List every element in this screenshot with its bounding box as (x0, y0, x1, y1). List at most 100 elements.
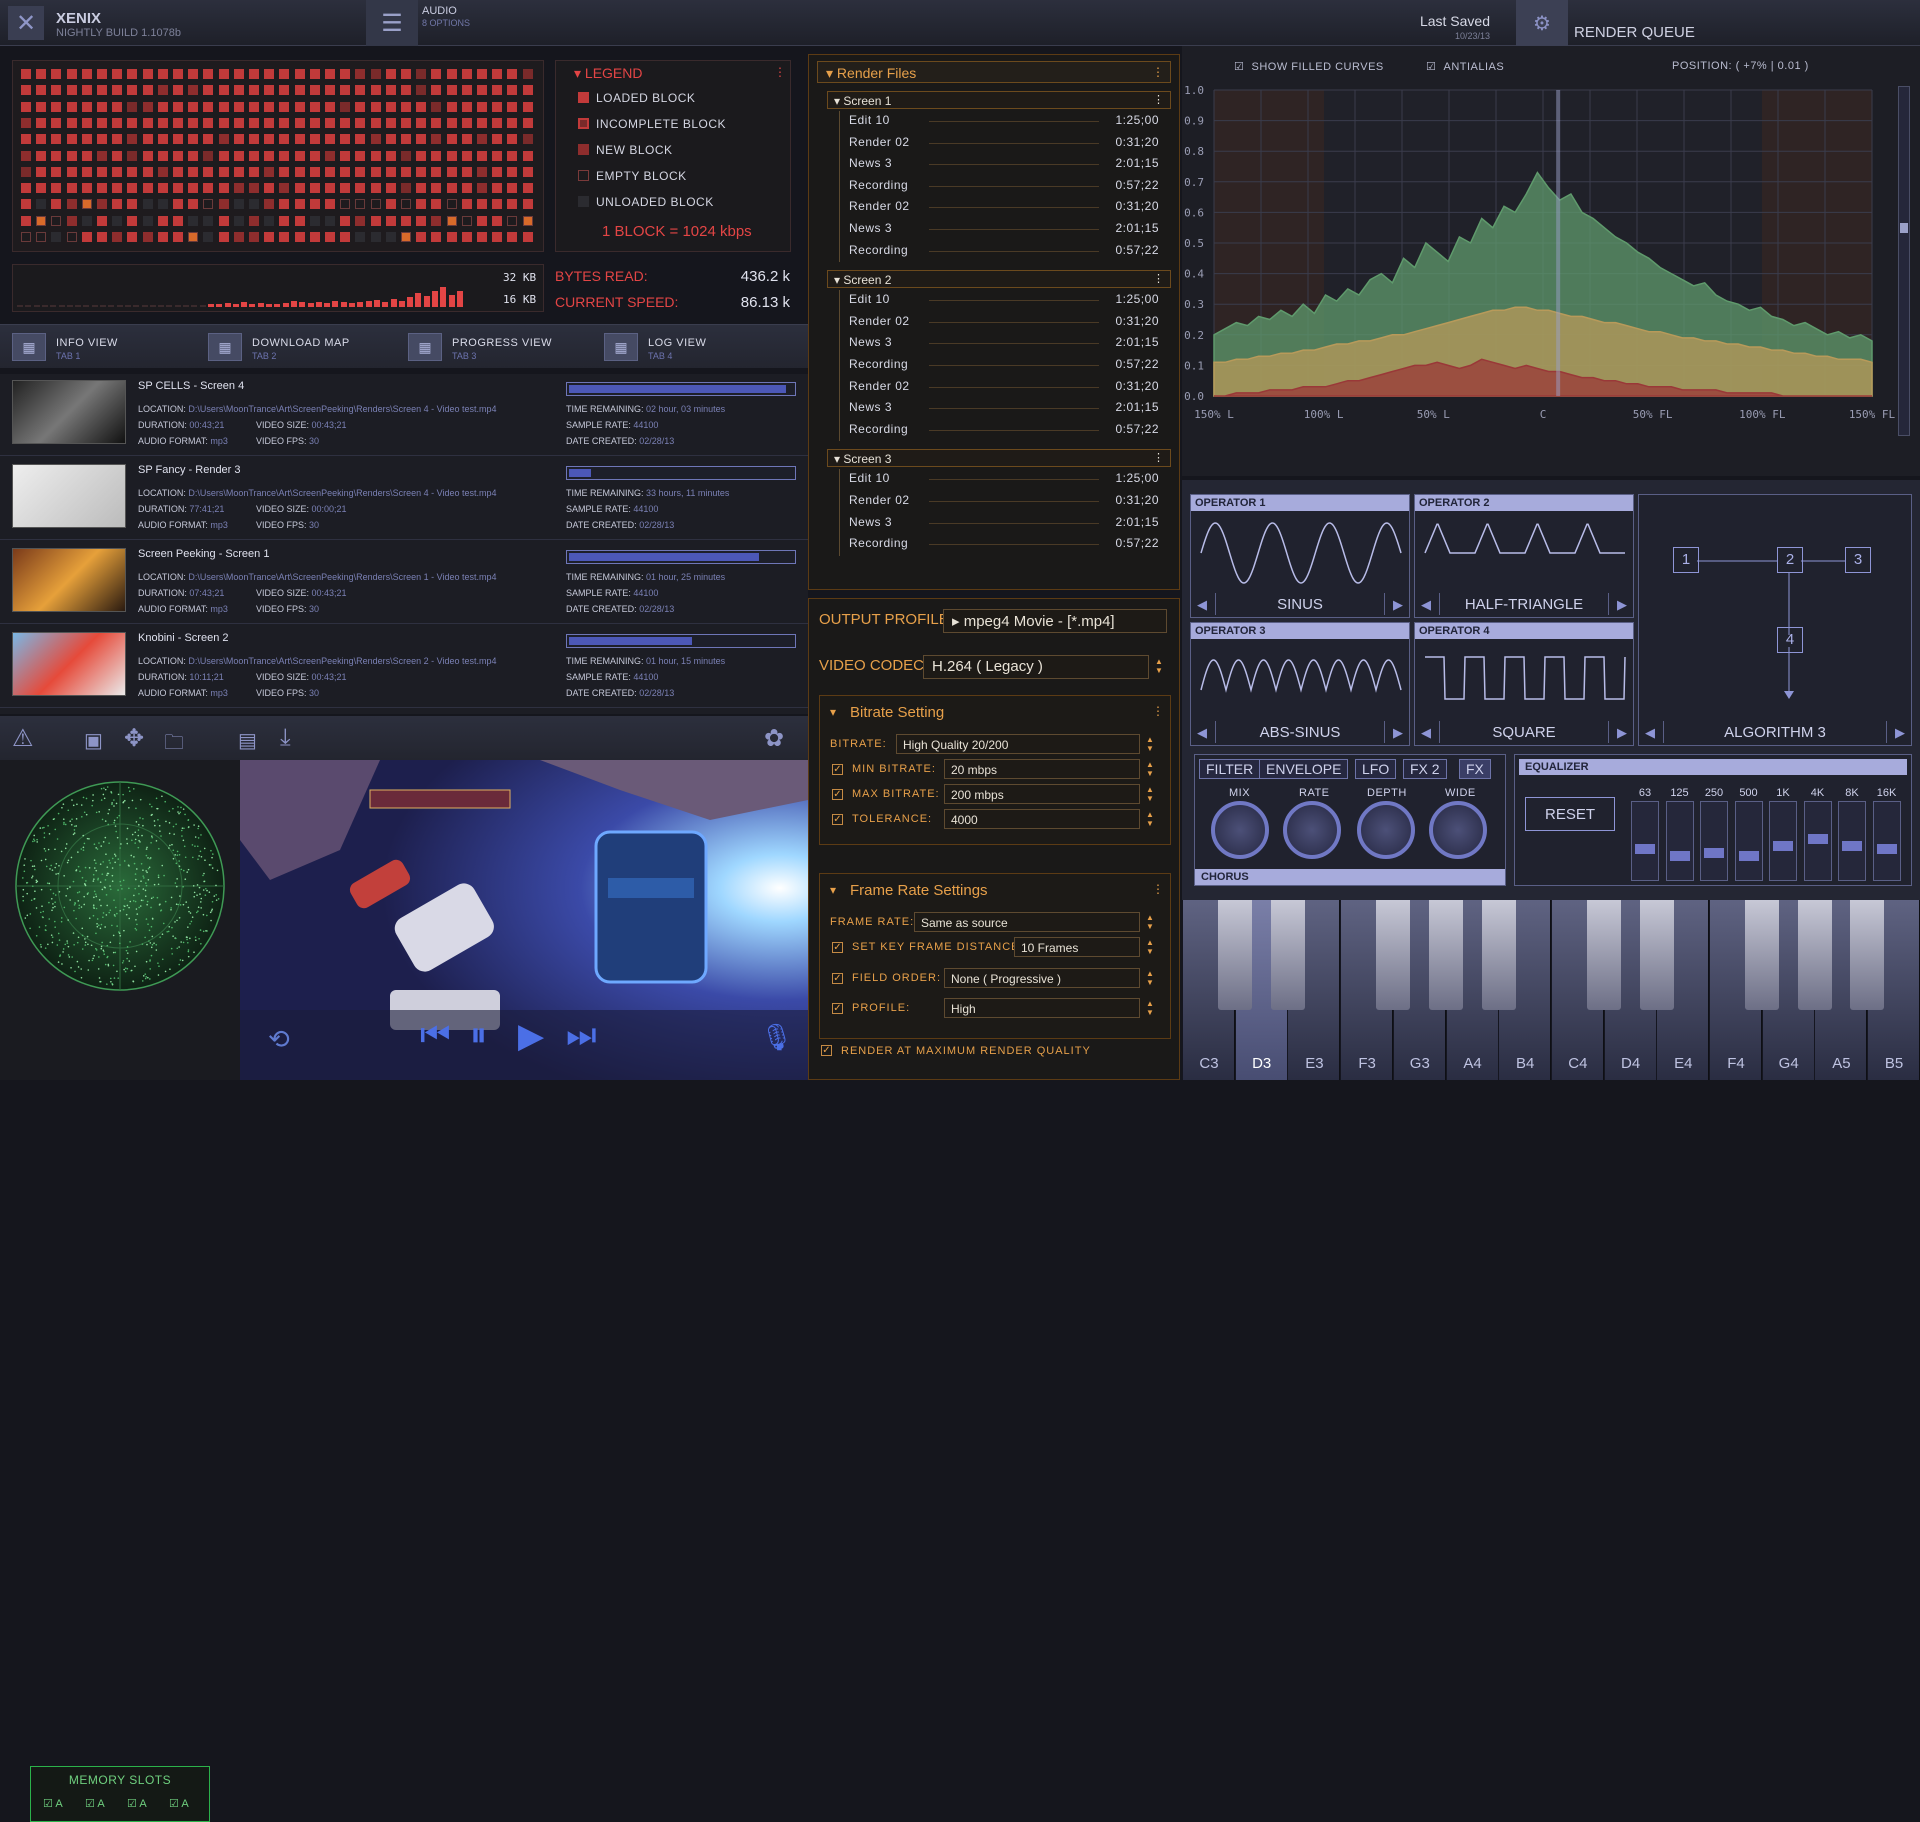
black-key[interactable] (1850, 900, 1885, 1010)
render-file-row[interactable]: Recording 0:57;22 (849, 357, 1159, 371)
render-job-row[interactable]: SP Fancy - Render 3 LOCATION: D:\Users\M… (0, 458, 808, 540)
bitrate-menu-icon[interactable]: ⋮ (1152, 704, 1164, 718)
black-key[interactable] (1586, 900, 1621, 1010)
frame-rate-spinner[interactable]: ▲ ▼ (1146, 913, 1154, 931)
black-key[interactable] (1428, 900, 1463, 1010)
next-algorithm-icon[interactable]: ▶ (1895, 725, 1905, 741)
render-file-row[interactable]: Edit 10 1:25;00 (849, 292, 1159, 306)
render-file-row[interactable]: Recording 0:57;22 (849, 422, 1159, 436)
render-file-row[interactable]: Recording 0:57;22 (849, 178, 1159, 192)
tab-envelope[interactable]: ENVELOPE (1259, 759, 1349, 779)
tolerance-checkbox[interactable]: ✓ (832, 814, 843, 825)
frame-collapse-icon[interactable]: ▾ (830, 883, 836, 897)
render-files-menu-icon[interactable]: ⋮ (1152, 65, 1164, 79)
eq-slider[interactable] (1631, 801, 1659, 881)
black-key[interactable] (1639, 900, 1674, 1010)
max-bitrate-spinner[interactable]: ▲ ▼ (1146, 785, 1154, 803)
eq-slider-thumb[interactable] (1635, 844, 1655, 854)
eq-slider-thumb[interactable] (1876, 844, 1897, 854)
black-key[interactable] (1745, 900, 1779, 1010)
render-file-row[interactable]: Render 02 0:31;20 (849, 314, 1159, 328)
legend-menu-icon[interactable]: ⋮ (774, 65, 786, 79)
eq-slider-thumb[interactable] (1807, 833, 1828, 844)
wide-knob[interactable] (1429, 801, 1487, 859)
render-queue-icon[interactable]: ⚙ (1516, 0, 1568, 46)
app-logo-icon[interactable]: ✕ (8, 6, 44, 40)
render-job-row[interactable]: Knobini - Screen 2 LOCATION: D:\Users\Mo… (0, 626, 808, 708)
frame-rate-field[interactable]: Same as source (914, 912, 1140, 932)
chart-scrollbar[interactable] (1898, 86, 1910, 436)
frame-menu-icon[interactable]: ⋮ (1152, 882, 1164, 896)
bitrate-field[interactable]: High Quality 20/200 (896, 734, 1140, 754)
render-file-row[interactable]: Render 02 0:31;20 (849, 199, 1159, 213)
eq-slider[interactable] (1700, 801, 1728, 881)
black-key[interactable] (1270, 900, 1305, 1010)
field-order-checkbox[interactable]: ✓ (832, 973, 843, 984)
eq-slider-thumb[interactable] (1842, 840, 1862, 851)
next-wave-icon[interactable]: ▶ (1617, 597, 1627, 613)
pause-icon[interactable]: ⏸ (470, 1016, 487, 1055)
black-key[interactable] (1376, 900, 1411, 1010)
bitrate-collapse-icon[interactable]: ▾ (830, 705, 836, 719)
render-group-menu-icon[interactable]: ⋮ (1153, 93, 1164, 106)
render-file-row[interactable]: Edit 10 1:25;00 (849, 471, 1159, 485)
render-file-row[interactable]: Recording 0:57;22 (849, 536, 1159, 550)
legend-title[interactable]: ▾ LEGEND (574, 65, 643, 82)
fast-forward-icon[interactable]: ⏭ (566, 1016, 597, 1055)
render-file-row[interactable]: Render 02 0:31;20 (849, 135, 1159, 149)
render-group-header[interactable]: ▾ Screen 1 ⋮ (827, 91, 1171, 109)
image-export-icon[interactable]: ▣ (84, 728, 103, 753)
render-file-row[interactable]: News 3 2:01;15 (849, 156, 1159, 170)
loop-icon[interactable]: ⟲ (268, 1024, 290, 1055)
algo-node-3[interactable]: 3 (1845, 547, 1871, 573)
video-codec-select[interactable]: H.264 ( Legacy ) (923, 655, 1149, 679)
render-file-row[interactable]: Edit 10 1:25;00 (849, 113, 1159, 127)
algo-node-1[interactable]: 1 (1673, 547, 1699, 573)
tolerance-field[interactable]: 4000 (944, 809, 1140, 829)
render-group-header[interactable]: ▾ Screen 2 ⋮ (827, 270, 1171, 289)
show-filled-curves-checkbox[interactable]: ☑ SHOW FILLED CURVES (1234, 60, 1384, 73)
render-job-row[interactable]: Screen Peeking - Screen 1 LOCATION: D:\U… (0, 542, 808, 624)
codec-spinner[interactable]: ▲ ▼ (1155, 657, 1163, 675)
depth-knob[interactable] (1357, 801, 1415, 859)
black-key[interactable] (1481, 900, 1516, 1010)
mix-knob[interactable] (1211, 801, 1269, 859)
max-bitrate-field[interactable]: 200 mbps (944, 784, 1140, 804)
eq-reset-button[interactable]: RESET (1525, 797, 1615, 831)
render-file-row[interactable]: News 3 2:01;15 (849, 515, 1159, 529)
warning-icon[interactable]: ⚠ (12, 724, 34, 753)
render-group-menu-icon[interactable]: ⋮ (1153, 451, 1164, 464)
black-key[interactable] (1218, 900, 1252, 1010)
rate-knob[interactable] (1283, 801, 1341, 859)
black-key[interactable] (1797, 900, 1832, 1010)
eq-slider[interactable] (1734, 801, 1763, 881)
prev-wave-icon[interactable]: ◀ (1421, 597, 1431, 613)
key-frame-checkbox[interactable]: ✓ (832, 942, 843, 953)
prev-wave-icon[interactable]: ◀ (1197, 725, 1207, 741)
download-icon[interactable]: ⤓ (280, 724, 291, 752)
min-bitrate-spinner[interactable]: ▲ ▼ (1146, 760, 1154, 778)
rewind-icon[interactable]: ⏮ (420, 1016, 451, 1055)
eq-slider[interactable] (1838, 801, 1866, 881)
tab-fx2[interactable]: FX 2 (1403, 759, 1447, 779)
field-order-spinner[interactable]: ▲ ▼ (1146, 969, 1154, 987)
play-icon[interactable]: ▶ (518, 1016, 544, 1056)
move-icon[interactable]: ✥ (124, 724, 144, 753)
eq-slider[interactable] (1665, 801, 1694, 881)
audio-mixer-icon[interactable]: ☰ (366, 0, 418, 46)
algo-node-4[interactable]: 4 (1777, 627, 1803, 653)
prev-wave-icon[interactable]: ◀ (1197, 597, 1207, 613)
folder-icon[interactable]: 🗀 (164, 728, 184, 762)
profile-spinner[interactable]: ▲ ▼ (1146, 999, 1154, 1017)
render-queue-title[interactable]: RENDER QUEUE (1574, 24, 1695, 41)
lotus-icon[interactable]: ✿ (764, 724, 784, 753)
max-bitrate-checkbox[interactable]: ✓ (832, 789, 843, 800)
tab-fx[interactable]: FX (1459, 759, 1491, 779)
tab-lfo[interactable]: LFO (1355, 759, 1397, 779)
min-bitrate-checkbox[interactable]: ✓ (832, 764, 843, 775)
max-quality-checkbox[interactable]: ✓ (821, 1045, 832, 1056)
chart-scroll-thumb[interactable] (1900, 223, 1908, 233)
film-icon[interactable]: ▤ (238, 728, 257, 753)
output-profile-select[interactable]: ▸ mpeg4 Movie - [*.mp4] (943, 609, 1167, 633)
tolerance-spinner[interactable]: ▲ ▼ (1146, 810, 1154, 828)
